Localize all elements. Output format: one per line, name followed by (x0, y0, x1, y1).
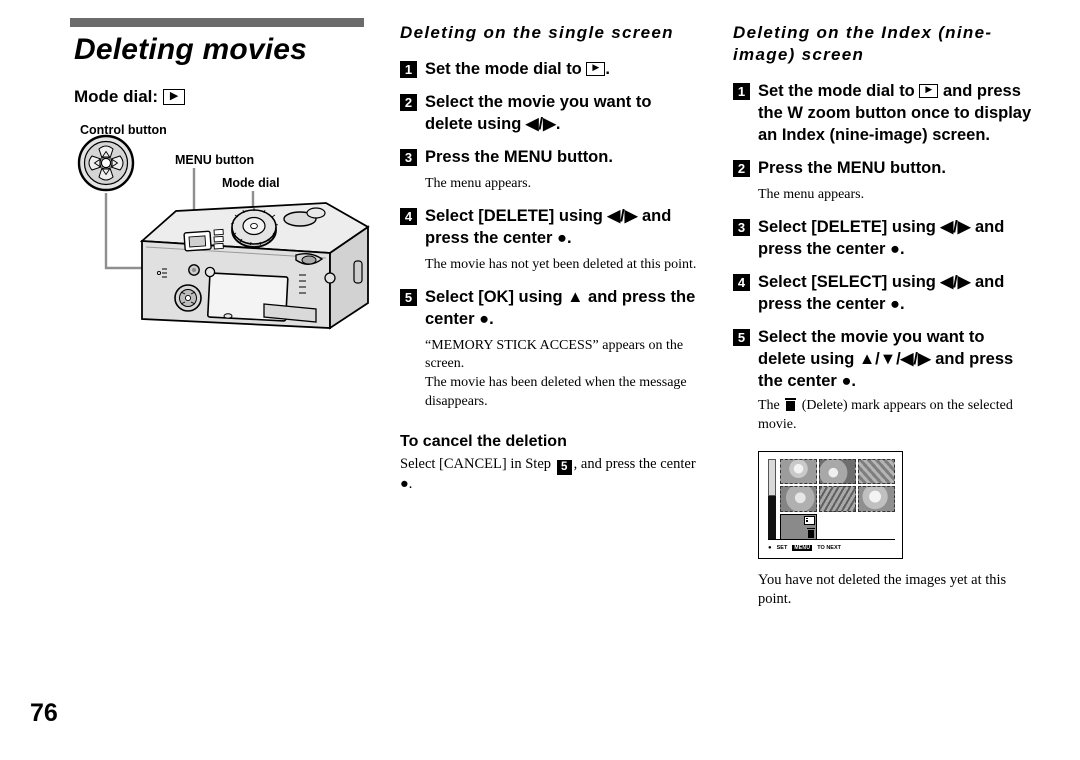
section-heading-single-screen: Deleting on the single screen (400, 23, 674, 42)
step-text: Set the mode dial to ▶. (425, 58, 610, 80)
cancel-instruction: Select [CANCEL] in Step 5, and press the… (400, 455, 700, 495)
step-text: Select the movie you want to delete usin… (758, 327, 1014, 391)
left-column: Deleting movies Mode dial: ▶ Control but… (68, 18, 388, 338)
step-text-before: Set the mode dial to (758, 81, 920, 100)
page-title: Deleting movies (74, 33, 308, 66)
cancel-subheading: To cancel the deletion (400, 433, 567, 451)
step-number-badge: 2 (733, 159, 750, 177)
step-number-badge: 4 (733, 273, 750, 291)
mode-dial-setting: Mode dial: ▶ (74, 87, 388, 107)
scrollbar-track (768, 458, 776, 496)
thumbnail-item[interactable] (780, 458, 817, 485)
step-note: The menu appears. (758, 186, 865, 202)
play-icon: ▶ (919, 84, 939, 99)
step-item: 2 Select the movie you want to delete us… (400, 91, 700, 135)
step-item: 4 Select [SELECT] using ◀/▶ and press th… (733, 271, 1033, 315)
step-reference-badge: 5 (556, 460, 572, 476)
page-number: 76 (30, 699, 58, 727)
control-button-label: Control button (80, 123, 167, 137)
right-column: Deleting on the Index (nine-image) scree… (733, 22, 1033, 610)
step-note: The movie has not yet been deleted at th… (425, 257, 697, 273)
step-number-badge: 5 (400, 288, 417, 306)
camera-rear-diagram: Control button MENU button Mode dial (68, 123, 398, 338)
step-text-before: Set the mode dial to (425, 59, 587, 78)
step-item: 5 Select [OK] using ▲ and press the cent… (400, 286, 700, 330)
thumbnail-grid (780, 458, 895, 540)
play-icon: ▶ (586, 62, 606, 77)
thumbnail-item[interactable] (819, 458, 856, 485)
thumbnail-item[interactable] (819, 486, 856, 512)
step-number-badge: 5 (733, 328, 750, 346)
step-text: Press the MENU button. (758, 158, 946, 177)
mode-dial-label: Mode dial (222, 176, 280, 190)
step-number-badge: 4 (400, 207, 417, 225)
step-number-badge: 3 (400, 149, 417, 167)
lcd-set-label: SET (776, 544, 788, 551)
set-dot-icon: ● (768, 544, 772, 551)
movie-icon (804, 515, 815, 525)
play-icon: ▶ (163, 89, 186, 105)
scrollbar[interactable] (768, 458, 776, 540)
lcd-content-area (768, 458, 895, 540)
thumbnail-item[interactable] (858, 458, 895, 485)
thumbnail-item-selected[interactable] (780, 513, 817, 540)
step-item: 3 Press the MENU button. (400, 146, 700, 168)
trash-icon (785, 398, 797, 412)
thumbnail-empty (819, 514, 856, 540)
step-text-after: . (605, 59, 610, 78)
step-text: Set the mode dial to ▶ and press the W z… (758, 80, 1033, 146)
step-note: “MEMORY STICK ACCESS” appears on the scr… (425, 337, 687, 409)
index-footnote: You have not deleted the images yet at t… (758, 571, 1007, 608)
step-number-badge: 1 (400, 60, 417, 78)
scrollbar-thumb[interactable] (768, 495, 776, 540)
thumbnail-empty (858, 514, 895, 540)
step-number-badge: 1 (733, 82, 750, 100)
section-heading-index-screen: Deleting on the Index (nine-image) scree… (733, 23, 993, 64)
title-rule (70, 18, 364, 27)
step-note: The (Delete) mark appears on the selecte… (758, 397, 1033, 434)
step-item: 3 Select [DELETE] using ◀/▶ and press th… (733, 216, 1033, 260)
menu-button-label: MENU button (175, 153, 255, 167)
step-text: Select [DELETE] using ◀/▶ and press the … (425, 206, 672, 247)
index-nine-image-screen: ● SET MENU TO NEXT (758, 450, 903, 559)
step-number-badge: 2 (400, 93, 417, 111)
step-item: 1 Set the mode dial to ▶. (400, 58, 700, 80)
step-item: 5 Select the movie you want to delete us… (733, 326, 1033, 392)
step-item: 2 Press the MENU button. (733, 157, 1033, 179)
step-number-badge: 3 (733, 218, 750, 236)
note-text-before: The (758, 398, 784, 414)
step-item: 4 Select [DELETE] using ◀/▶ and press th… (400, 205, 700, 249)
thumbnail-item[interactable] (780, 486, 817, 512)
manual-page: Deleting movies Mode dial: ▶ Control but… (0, 0, 1080, 760)
step-item: 1 Set the mode dial to ▶ and press the W… (733, 80, 1033, 146)
lcd-to-next-label: TO NEXT (817, 544, 841, 551)
step-text: Select [DELETE] using ◀/▶ and press the … (758, 217, 1005, 258)
thumbnail-item[interactable] (858, 486, 895, 512)
mode-dial-setting-label: Mode dial: (74, 87, 159, 106)
lcd-status-bar: ● SET MENU TO NEXT (768, 538, 895, 554)
step-text: Select [OK] using ▲ and press the center… (425, 287, 696, 328)
trash-icon (807, 527, 815, 538)
step-text: Select [SELECT] using ◀/▶ and press the … (758, 272, 1005, 313)
step-text: Select the movie you want to delete usin… (425, 92, 652, 133)
lcd-menu-chip: MENU (792, 544, 813, 551)
step-text: Press the MENU button. (425, 148, 613, 167)
middle-column: Deleting on the single screen 1 Set the … (400, 22, 700, 495)
cancel-text-before: Select [CANCEL] in Step (400, 456, 555, 473)
step-note: The menu appears. (425, 176, 532, 192)
